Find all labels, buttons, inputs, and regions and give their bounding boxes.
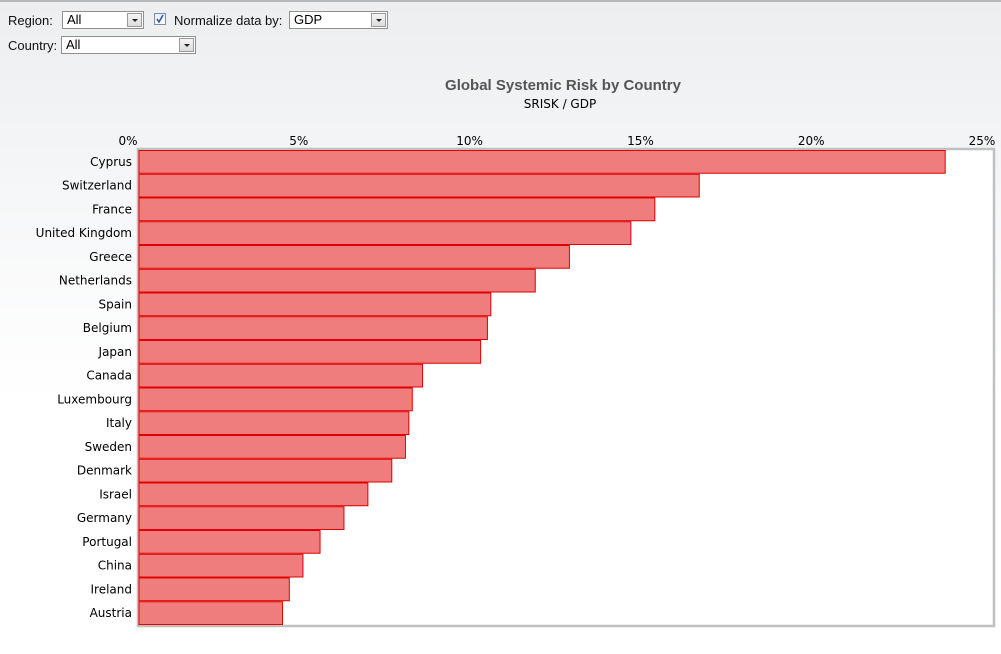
bar-portugal bbox=[138, 530, 321, 554]
category-label: Japan bbox=[98, 345, 132, 359]
bar-germany bbox=[138, 506, 345, 530]
category-label: Canada bbox=[86, 369, 132, 383]
bar-canada bbox=[138, 363, 424, 388]
category-label: Greece bbox=[89, 250, 132, 264]
bar-spain bbox=[138, 292, 492, 317]
bar-ireland bbox=[138, 577, 290, 602]
category-label: Belgium bbox=[83, 321, 132, 335]
category-label: United Kingdom bbox=[36, 226, 132, 240]
x-tick-label: 0% bbox=[118, 134, 137, 148]
x-tick-label: 25% bbox=[969, 134, 996, 148]
bar-denmark bbox=[138, 458, 393, 483]
bar-china bbox=[138, 553, 304, 578]
category-label: France bbox=[92, 202, 132, 216]
bar-belgium bbox=[138, 316, 488, 340]
bar-italy bbox=[138, 411, 410, 435]
category-label: Austria bbox=[90, 606, 132, 620]
category-label: Portugal bbox=[82, 535, 132, 549]
category-label: Ireland bbox=[90, 582, 132, 596]
x-tick-label: 20% bbox=[798, 134, 825, 148]
x-tick-label: 10% bbox=[456, 134, 483, 148]
category-label: Germany bbox=[77, 511, 132, 525]
category-label: China bbox=[98, 559, 132, 573]
bar-greece bbox=[138, 245, 570, 269]
bar-cyprus bbox=[138, 150, 946, 174]
bar-sweden bbox=[138, 435, 406, 459]
bar-israel bbox=[138, 482, 369, 507]
x-tick-label: 5% bbox=[289, 134, 308, 148]
category-label: Switzerland bbox=[62, 179, 132, 193]
bar-chart: 0% 5% 10% 15% 20% 25% Cyprus Switzerland France U… bbox=[36, 134, 996, 628]
bar-luxembourg bbox=[138, 387, 413, 412]
bar-united-kingdom bbox=[138, 221, 632, 245]
bar-austria bbox=[138, 601, 283, 625]
category-label: Cyprus bbox=[90, 155, 132, 169]
category-label: Italy bbox=[106, 416, 132, 430]
bar-switzerland bbox=[138, 173, 700, 198]
bar-netherlands bbox=[138, 268, 536, 293]
category-label: Sweden bbox=[85, 440, 132, 454]
category-label: Netherlands bbox=[59, 274, 132, 288]
category-label: Spain bbox=[98, 297, 132, 311]
bar-france bbox=[138, 197, 656, 222]
category-label: Israel bbox=[99, 487, 132, 501]
category-label: Denmark bbox=[77, 464, 132, 478]
bar-japan bbox=[138, 340, 482, 364]
x-tick-label: 15% bbox=[627, 134, 654, 148]
category-label: Luxembourg bbox=[57, 392, 132, 406]
